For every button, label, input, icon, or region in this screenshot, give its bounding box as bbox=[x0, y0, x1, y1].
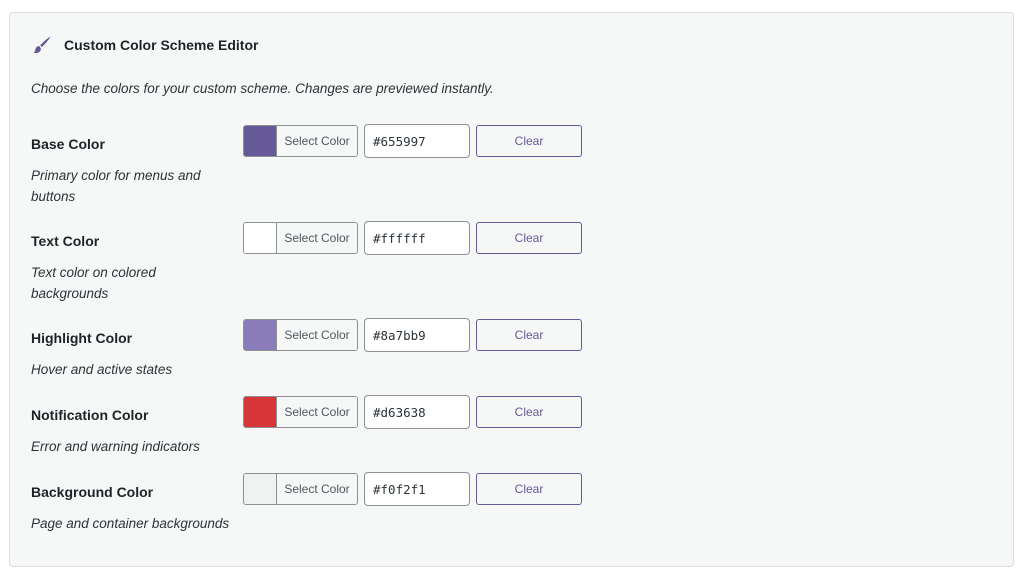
select-color-button[interactable]: Select Color bbox=[243, 319, 358, 351]
clear-button[interactable]: Clear bbox=[476, 222, 582, 254]
row-title: Background Color bbox=[31, 484, 154, 500]
select-color-label: Select Color bbox=[277, 320, 357, 350]
paintbrush-icon bbox=[33, 36, 51, 54]
color-scheme-panel: Custom Color Scheme Editor Choose the co… bbox=[9, 12, 1014, 567]
clear-button[interactable]: Clear bbox=[476, 473, 582, 505]
row-description: Error and warning indicators bbox=[31, 439, 200, 454]
select-color-button[interactable]: Select Color bbox=[243, 222, 358, 254]
select-color-label: Select Color bbox=[277, 126, 357, 156]
color-swatch bbox=[244, 397, 277, 427]
row-description: Hover and active states bbox=[31, 362, 173, 377]
select-color-button[interactable]: Select Color bbox=[243, 473, 358, 505]
clear-button[interactable]: Clear bbox=[476, 125, 582, 157]
hex-input[interactable] bbox=[364, 318, 470, 352]
panel-header: Custom Color Scheme Editor bbox=[32, 35, 258, 55]
row-title: Highlight Color bbox=[31, 330, 133, 346]
clear-button[interactable]: Clear bbox=[476, 396, 582, 428]
clear-button[interactable]: Clear bbox=[476, 319, 582, 351]
hex-input[interactable] bbox=[364, 124, 470, 158]
hex-input[interactable] bbox=[364, 221, 470, 255]
select-color-label: Select Color bbox=[277, 474, 357, 504]
row-title: Text Color bbox=[31, 233, 100, 249]
row-description: Primary color for menus and buttons bbox=[31, 168, 201, 204]
hex-input[interactable] bbox=[364, 395, 470, 429]
color-swatch bbox=[244, 474, 277, 504]
select-color-label: Select Color bbox=[277, 223, 357, 253]
row-description: Text color on colored backgrounds bbox=[31, 265, 156, 301]
color-swatch bbox=[244, 320, 277, 350]
color-swatch bbox=[244, 223, 277, 253]
row-title: Notification Color bbox=[31, 407, 149, 423]
hex-input[interactable] bbox=[364, 472, 470, 506]
panel-title: Custom Color Scheme Editor bbox=[64, 37, 259, 53]
select-color-button[interactable]: Select Color bbox=[243, 396, 358, 428]
row-description: Page and container backgrounds bbox=[31, 516, 230, 531]
row-title: Base Color bbox=[31, 136, 105, 152]
select-color-label: Select Color bbox=[277, 397, 357, 427]
color-swatch bbox=[244, 126, 277, 156]
intro-text: Choose the colors for your custom scheme… bbox=[31, 81, 494, 96]
select-color-button[interactable]: Select Color bbox=[243, 125, 358, 157]
